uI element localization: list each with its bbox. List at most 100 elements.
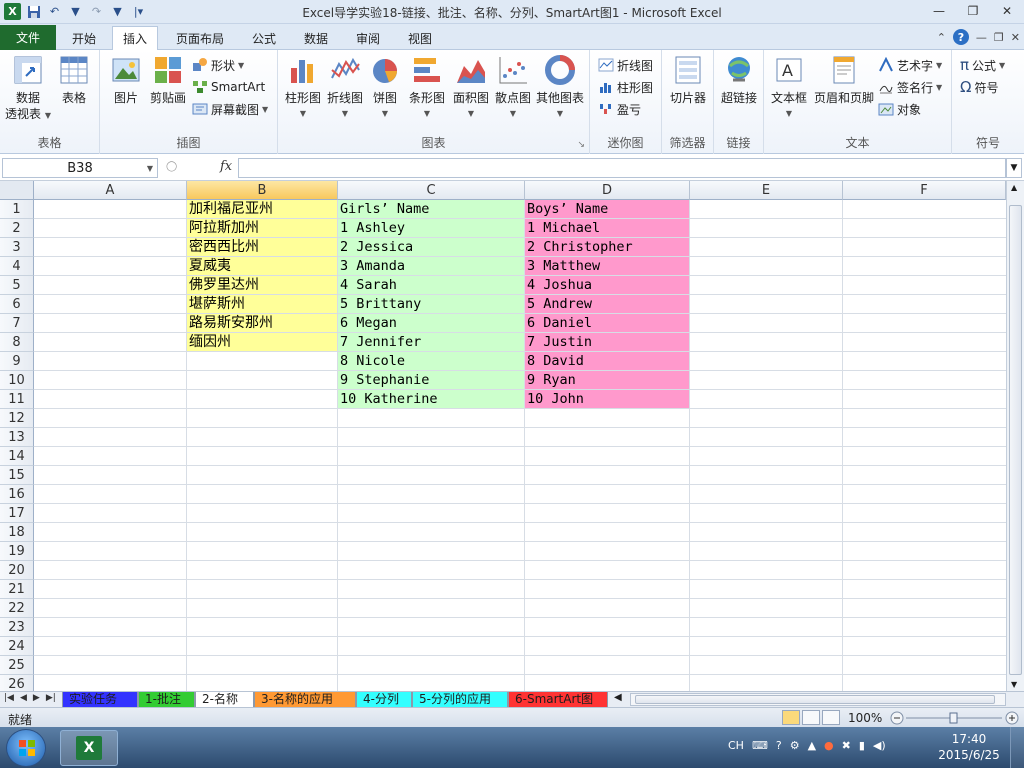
- security-alert-icon[interactable]: ●: [824, 739, 834, 752]
- tray-help-icon[interactable]: ?: [776, 739, 782, 752]
- line-chart-button[interactable]: 折线图 ▼: [324, 54, 366, 122]
- minimize-button[interactable]: —: [922, 0, 956, 22]
- page-layout-view-icon[interactable]: [802, 710, 820, 725]
- cell-c11[interactable]: 10 Katherine: [338, 390, 438, 409]
- doc-minimize-icon[interactable]: —: [976, 31, 987, 44]
- tab-split-icon[interactable]: ◀: [614, 692, 622, 703]
- row-header[interactable]: 6: [0, 295, 34, 314]
- show-desktop-button[interactable]: [1010, 727, 1024, 768]
- system-clock[interactable]: 17:40 2015/6/25: [938, 731, 1000, 763]
- column-header-b[interactable]: B: [187, 181, 338, 200]
- other-charts-button[interactable]: 其他图表 ▼: [534, 54, 586, 122]
- tray-settings-icon[interactable]: ⚙: [790, 739, 800, 752]
- pie-chart-button[interactable]: 饼图 ▼: [366, 54, 404, 122]
- row-header[interactable]: 11: [0, 390, 34, 409]
- cell-d8[interactable]: 7 Justin: [525, 333, 592, 352]
- formula-bar-splitter-icon[interactable]: ◯: [166, 161, 177, 172]
- tray-expand-icon[interactable]: ▲: [808, 739, 816, 752]
- cell-d11[interactable]: 10 John: [525, 390, 584, 409]
- cell-d7[interactable]: 6 Daniel: [525, 314, 592, 333]
- charts-dialog-launcher-icon[interactable]: ↘: [577, 140, 585, 150]
- cell-d5[interactable]: 4 Joshua: [525, 276, 592, 295]
- row-header[interactable]: 16: [0, 485, 34, 504]
- row-header[interactable]: 4: [0, 257, 34, 276]
- cell-d4[interactable]: 3 Matthew: [525, 257, 600, 276]
- row-header[interactable]: 23: [0, 618, 34, 637]
- clipart-button[interactable]: 剪贴画: [146, 54, 190, 106]
- cell-c9[interactable]: 8 Nicole: [338, 352, 405, 371]
- cell-c10[interactable]: 9 Stephanie: [338, 371, 429, 390]
- cell-d9[interactable]: 8 David: [525, 352, 584, 371]
- row-header[interactable]: 10: [0, 371, 34, 390]
- textbox-button[interactable]: A 文本框 ▼: [768, 54, 810, 122]
- row-header[interactable]: 15: [0, 466, 34, 485]
- sheet-tab-2[interactable]: 1-批注: [138, 692, 195, 708]
- column-header-a[interactable]: A: [34, 181, 187, 200]
- tab-view[interactable]: 视图: [398, 26, 442, 50]
- row-header[interactable]: 5: [0, 276, 34, 295]
- signal-icon[interactable]: ▮: [859, 739, 865, 752]
- equation-button[interactable]: π 公式 ▼: [960, 55, 1005, 75]
- help-icon[interactable]: ?: [952, 29, 969, 45]
- picture-button[interactable]: 图片: [106, 54, 146, 106]
- pivot-table-button[interactable]: 数据 透视表 ▼: [4, 54, 52, 124]
- signature-line-button[interactable]: 签名行 ▼: [878, 77, 942, 97]
- row-header[interactable]: 8: [0, 333, 34, 352]
- page-break-view-icon[interactable]: [822, 710, 840, 725]
- shapes-button[interactable]: 形状 ▼: [192, 55, 244, 75]
- sparkline-line-button[interactable]: 折线图: [598, 55, 653, 75]
- select-all-corner[interactable]: [0, 181, 34, 200]
- ime-indicator[interactable]: CH: [728, 739, 744, 752]
- cell-c6[interactable]: 5 Brittany: [338, 295, 421, 314]
- row-header[interactable]: 22: [0, 599, 34, 618]
- cell-d1[interactable]: Boys’ Name: [525, 200, 608, 219]
- cell-b7[interactable]: 路易斯安那州: [187, 314, 273, 333]
- last-sheet-icon[interactable]: ▶|: [46, 693, 56, 703]
- tab-formulas[interactable]: 公式: [242, 26, 286, 50]
- row-header[interactable]: 13: [0, 428, 34, 447]
- tab-file[interactable]: 文件: [0, 25, 56, 50]
- area-chart-button[interactable]: 面积图 ▼: [450, 54, 492, 122]
- row-header[interactable]: 2: [0, 219, 34, 238]
- slicer-button[interactable]: 切片器: [666, 54, 710, 106]
- cell-b8[interactable]: 缅因州: [187, 333, 231, 352]
- cell-d2[interactable]: 1 Michael: [525, 219, 600, 238]
- row-header[interactable]: 9: [0, 352, 34, 371]
- cell-d3[interactable]: 2 Christopher: [525, 238, 633, 257]
- row-header[interactable]: 25: [0, 656, 34, 675]
- tab-review[interactable]: 审阅: [346, 26, 390, 50]
- cell-b2[interactable]: 阿拉斯加州: [187, 219, 259, 238]
- sheet-tab-7[interactable]: 6-SmartArt图: [508, 692, 608, 708]
- vertical-scrollbar[interactable]: ▲ ▼: [1006, 181, 1024, 691]
- start-button[interactable]: [6, 729, 46, 767]
- row-header[interactable]: 3: [0, 238, 34, 257]
- cell-b5[interactable]: 佛罗里达州: [187, 276, 259, 295]
- sheet-tab-1[interactable]: 实验任务: [62, 692, 138, 708]
- tab-insert[interactable]: 插入: [112, 26, 159, 50]
- sparkline-winloss-button[interactable]: 盈亏: [598, 99, 641, 119]
- row-header[interactable]: 14: [0, 447, 34, 466]
- normal-view-icon[interactable]: [782, 710, 800, 725]
- row-header[interactable]: 7: [0, 314, 34, 333]
- next-sheet-icon[interactable]: ▶: [33, 693, 40, 703]
- header-footer-button[interactable]: 页眉和页脚: [812, 54, 876, 106]
- prev-sheet-icon[interactable]: ◀: [20, 693, 27, 703]
- horizontal-scrollbar[interactable]: [630, 693, 1006, 706]
- sheet-tab-5[interactable]: 4-分列: [356, 692, 412, 708]
- taskbar-excel-button[interactable]: X: [60, 730, 118, 766]
- expand-formula-bar-icon[interactable]: ▼: [1006, 158, 1022, 178]
- name-box[interactable]: B38 ▼: [2, 158, 158, 178]
- cell-c5[interactable]: 4 Sarah: [338, 276, 397, 295]
- row-header[interactable]: 21: [0, 580, 34, 599]
- bar-chart-button[interactable]: 条形图 ▼: [406, 54, 448, 122]
- table-button[interactable]: 表格: [54, 54, 94, 106]
- row-header[interactable]: 19: [0, 542, 34, 561]
- zoom-slider[interactable]: [890, 711, 1020, 725]
- first-sheet-icon[interactable]: |◀: [4, 693, 14, 703]
- close-button[interactable]: ✕: [990, 0, 1024, 22]
- cell-b1[interactable]: 加利福尼亚州: [187, 200, 273, 219]
- restore-button[interactable]: ❐: [956, 0, 990, 22]
- column-header-c[interactable]: C: [338, 181, 525, 200]
- symbol-button[interactable]: Ω 符号: [960, 77, 998, 97]
- row-header[interactable]: 26: [0, 675, 34, 691]
